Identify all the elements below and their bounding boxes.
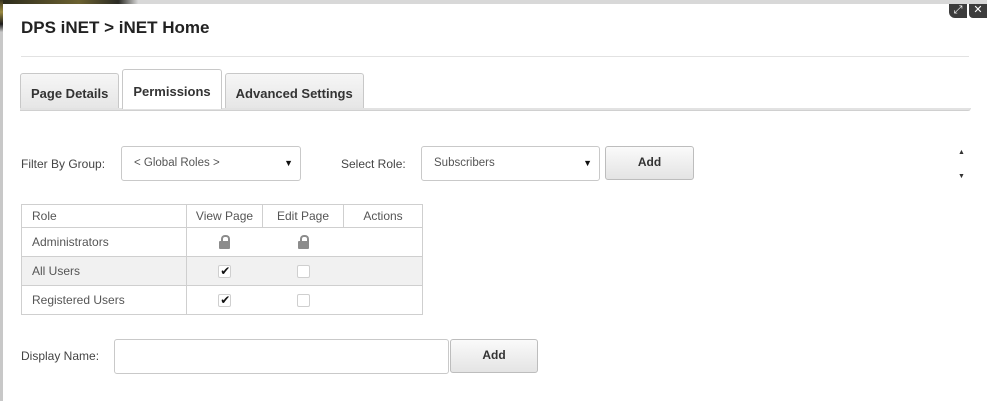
role-name: All Users xyxy=(21,256,187,286)
page-title: DPS iNET > iNET Home xyxy=(21,18,210,37)
tab-permissions[interactable]: Permissions xyxy=(122,69,222,109)
select-role-label: Select Role: xyxy=(341,157,406,171)
view-page-cell xyxy=(186,256,263,286)
column-header-edit-page: Edit Page xyxy=(262,204,344,228)
edit-page-cell xyxy=(262,227,344,257)
display-name-input[interactable] xyxy=(114,339,449,374)
maximize-icon[interactable]: ⤢ xyxy=(949,4,967,18)
table-row: All Users xyxy=(21,256,423,286)
lock-icon xyxy=(219,235,231,250)
actions-cell xyxy=(343,256,423,286)
lock-icon xyxy=(297,235,309,250)
scroll-spinner[interactable]: ▲ ▼ xyxy=(956,147,969,187)
edit-page-cell xyxy=(262,256,344,286)
display-name-label: Display Name: xyxy=(21,349,100,363)
edit-page-checkbox[interactable] xyxy=(296,265,310,279)
title-divider xyxy=(21,56,969,57)
view-page-cell xyxy=(186,285,263,315)
table-row: Administrators xyxy=(21,227,423,257)
triangle-down-icon: ▼ xyxy=(284,158,293,168)
triangle-down-icon: ▼ xyxy=(583,158,592,168)
select-role-select[interactable]: Subscribers ▼ xyxy=(421,146,600,181)
add-user-button[interactable]: Add xyxy=(450,339,538,373)
filter-by-group-select[interactable]: < Global Roles > ▼ xyxy=(121,146,301,181)
view-page-checkbox[interactable] xyxy=(218,264,232,279)
close-icon[interactable]: ✕ xyxy=(969,4,987,18)
tab-bar: Page Details Permissions Advanced Settin… xyxy=(20,69,367,109)
edit-page-cell xyxy=(262,285,344,315)
tab-page-details[interactable]: Page Details xyxy=(20,73,120,108)
table-header-row: Role View Page Edit Page Actions xyxy=(21,204,423,228)
filter-by-group-label: Filter By Group: xyxy=(21,157,106,171)
scroll-down-icon[interactable]: ▼ xyxy=(958,173,965,180)
column-header-role: Role xyxy=(21,204,187,228)
tab-advanced-settings[interactable]: Advanced Settings xyxy=(224,73,364,108)
edit-page-checkbox[interactable] xyxy=(296,294,310,308)
view-page-checkbox[interactable] xyxy=(218,293,232,308)
actions-cell xyxy=(343,285,423,315)
filter-by-group-value: < Global Roles > xyxy=(134,157,220,169)
role-name: Administrators xyxy=(21,227,187,257)
column-header-view-page: View Page xyxy=(186,204,263,228)
window-controls: ⤢ ✕ xyxy=(947,4,987,18)
view-page-cell xyxy=(186,227,263,257)
table-row: Registered Users xyxy=(21,285,423,315)
role-name: Registered Users xyxy=(21,285,187,315)
permissions-table: Role View Page Edit Page Actions Adminis… xyxy=(21,204,423,315)
column-header-actions: Actions xyxy=(343,204,423,228)
page-settings-dialog: ⤢ ✕ DPS iNET > iNET Home Page Details Pe… xyxy=(3,4,987,401)
add-role-button[interactable]: Add xyxy=(605,146,694,180)
scroll-up-icon[interactable]: ▲ xyxy=(958,149,965,156)
actions-cell xyxy=(343,227,423,257)
select-role-value: Subscribers xyxy=(434,157,495,169)
